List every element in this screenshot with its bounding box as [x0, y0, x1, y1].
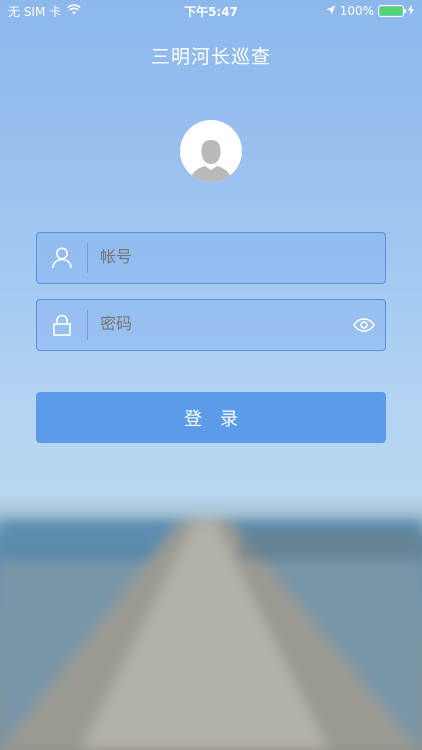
battery-level-fill — [380, 7, 402, 15]
eye-icon[interactable] — [343, 300, 385, 350]
account-field[interactable] — [36, 232, 386, 284]
login-button[interactable]: 登录 — [36, 392, 386, 443]
lock-icon — [37, 300, 87, 350]
background-pier-image — [0, 520, 422, 750]
app-title: 三明河长巡查 — [150, 46, 271, 68]
location-arrow-icon — [326, 4, 336, 18]
status-bar: 无 SIM 卡 下午5:47 100% — [0, 0, 422, 22]
account-input[interactable] — [88, 249, 385, 267]
carrier-label: 无 SIM 卡 — [8, 4, 62, 19]
avatar-icon — [190, 140, 232, 182]
avatar — [180, 120, 242, 182]
battery-icon — [378, 5, 406, 17]
battery-percent: 100% — [339, 4, 374, 18]
password-field[interactable] — [36, 299, 386, 351]
charging-bolt-icon — [408, 4, 414, 18]
password-input[interactable] — [88, 316, 343, 334]
wifi-icon — [67, 4, 81, 18]
user-icon — [37, 233, 87, 283]
